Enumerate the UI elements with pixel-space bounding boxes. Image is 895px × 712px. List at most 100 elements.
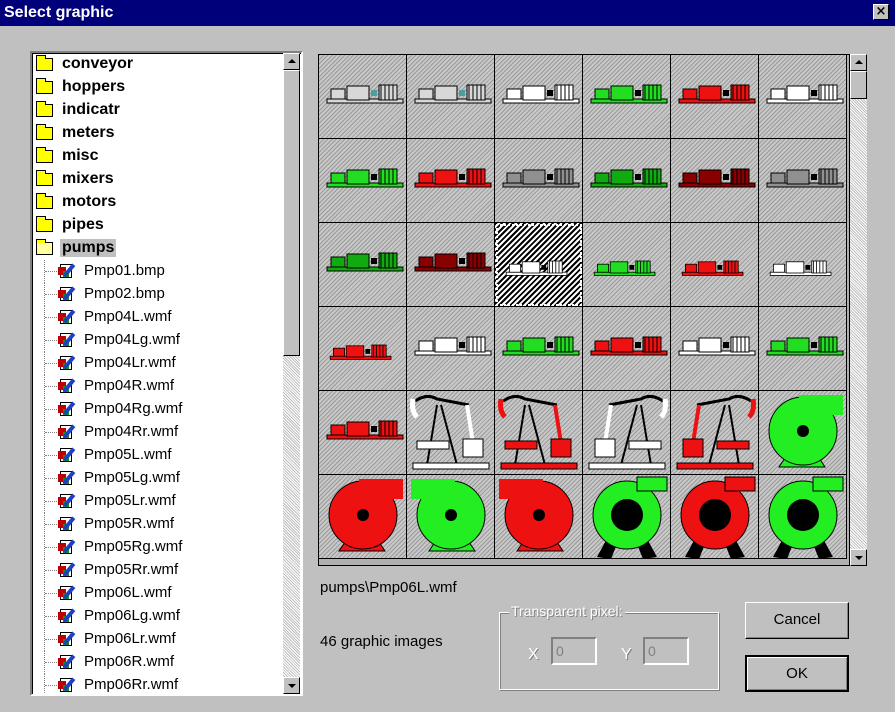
tree-file[interactable]: Pmp06Lr.wmf: [32, 628, 278, 651]
tree-file[interactable]: Pmp05Rr.wmf: [32, 559, 278, 582]
gallery-cell[interactable]: [495, 391, 583, 475]
tree-file[interactable]: Pmp05L.wmf: [32, 444, 278, 467]
file-label: Pmp06L.wmf: [84, 584, 172, 601]
tree-folder[interactable]: pipes: [32, 214, 278, 237]
gallery-cell[interactable]: [319, 223, 407, 307]
tree-folder[interactable]: indicatr: [32, 99, 278, 122]
tree-folder[interactable]: mixers: [32, 168, 278, 191]
tree-file[interactable]: Pmp05Rg.wmf: [32, 536, 278, 559]
gallery-cell[interactable]: [759, 139, 847, 223]
gallery-cell[interactable]: [759, 391, 847, 475]
gallery-cell[interactable]: [583, 307, 671, 391]
gallery-scroll-down-button[interactable]: [850, 549, 867, 566]
tree-file[interactable]: Pmp06Rr.wmf: [32, 674, 278, 694]
gallery-cell[interactable]: [495, 307, 583, 391]
gallery-cell[interactable]: [759, 475, 847, 559]
gallery-cell[interactable]: [495, 139, 583, 223]
tree-file[interactable]: Pmp05R.wmf: [32, 513, 278, 536]
tree-line: [45, 340, 57, 341]
gallery-scrollbar[interactable]: [850, 54, 867, 566]
gallery-cell[interactable]: [495, 55, 583, 139]
gallery-cell[interactable]: [407, 307, 495, 391]
gallery-cell[interactable]: [583, 475, 671, 559]
graphics-gallery[interactable]: [318, 54, 850, 566]
gallery-cell[interactable]: [319, 475, 407, 559]
tree-folder[interactable]: conveyor: [32, 53, 278, 76]
tree-folder[interactable]: misc: [32, 145, 278, 168]
gallery-cell[interactable]: [407, 55, 495, 139]
folder-icon: [36, 55, 53, 71]
gallery-cell[interactable]: [407, 139, 495, 223]
tree-folder[interactable]: motors: [32, 191, 278, 214]
gallery-cell[interactable]: [671, 307, 759, 391]
gallery-cell[interactable]: [759, 307, 847, 391]
tree-line: [45, 363, 57, 364]
title-bar[interactable]: Select graphic ×: [0, 0, 895, 26]
folder-tree[interactable]: conveyor hoppers indicatr meters misc mixers m…: [30, 51, 303, 696]
tree-file[interactable]: Pmp06Lg.wmf: [32, 605, 278, 628]
cancel-button[interactable]: Cancel: [745, 602, 849, 639]
x-input[interactable]: 0: [551, 637, 597, 665]
tree-file[interactable]: Pmp04Rr.wmf: [32, 421, 278, 444]
file-label: Pmp02.bmp: [84, 285, 165, 302]
tree-line: [45, 547, 57, 548]
gallery-cell[interactable]: [407, 391, 495, 475]
tree-scroll-up-button[interactable]: [283, 53, 300, 70]
tree-file[interactable]: Pmp04Lg.wmf: [32, 329, 278, 352]
gallery-scroll-up-button[interactable]: [850, 54, 867, 71]
tree-folder[interactable]: hoppers: [32, 76, 278, 99]
gallery-cell[interactable]: [319, 391, 407, 475]
gallery-cell[interactable]: [671, 391, 759, 475]
bitmap-file-icon: [58, 286, 76, 303]
tree-file[interactable]: Pmp04L.wmf: [32, 306, 278, 329]
tree-line: [45, 639, 57, 640]
gallery-cell[interactable]: [759, 55, 847, 139]
tree-folder[interactable]: meters: [32, 122, 278, 145]
gallery-cell[interactable]: [407, 475, 495, 559]
tree-file[interactable]: Pmp06R.wmf: [32, 651, 278, 674]
tree-folder[interactable]: pumps: [32, 237, 278, 260]
folder-icon: [36, 193, 53, 209]
gallery-cell[interactable]: [759, 223, 847, 307]
gallery-cell[interactable]: [671, 475, 759, 559]
bitmap-file-icon: [58, 355, 76, 372]
tree-scrollbar[interactable]: [283, 53, 300, 694]
gallery-cell[interactable]: [495, 223, 583, 307]
ok-button[interactable]: OK: [745, 655, 849, 692]
gallery-cell[interactable]: [319, 139, 407, 223]
tree-file[interactable]: Pmp04R.wmf: [32, 375, 278, 398]
tree-line: [45, 386, 57, 387]
tree-file[interactable]: Pmp04Lr.wmf: [32, 352, 278, 375]
close-icon[interactable]: ×: [873, 4, 889, 20]
gallery-cell[interactable]: [495, 475, 583, 559]
file-label: Pmp05Lr.wmf: [84, 492, 176, 509]
bitmap-file-icon: [58, 539, 76, 556]
gallery-cell[interactable]: [407, 223, 495, 307]
gallery-cell[interactable]: [671, 55, 759, 139]
tree-line: [45, 478, 57, 479]
gallery-cell[interactable]: [319, 307, 407, 391]
tree-file[interactable]: Pmp04Rg.wmf: [32, 398, 278, 421]
y-input[interactable]: 0: [643, 637, 689, 665]
folder-icon: [36, 147, 53, 163]
tree-file[interactable]: Pmp06L.wmf: [32, 582, 278, 605]
gallery-cell[interactable]: [671, 223, 759, 307]
gallery-cell[interactable]: [583, 139, 671, 223]
tree-file[interactable]: Pmp02.bmp: [32, 283, 278, 306]
gallery-cell[interactable]: [583, 391, 671, 475]
tree-file[interactable]: Pmp05Lr.wmf: [32, 490, 278, 513]
gallery-cell[interactable]: [583, 55, 671, 139]
gallery-cell[interactable]: [671, 139, 759, 223]
tree-line: [45, 616, 57, 617]
gallery-cell[interactable]: [319, 55, 407, 139]
tree-scroll-down-button[interactable]: [283, 677, 300, 694]
tree-scroll-thumb[interactable]: [283, 70, 300, 356]
folder-label: misc: [62, 147, 99, 164]
file-label: Pmp04Rg.wmf: [84, 400, 183, 417]
tree-file[interactable]: Pmp01.bmp: [32, 260, 278, 283]
gallery-cell[interactable]: [583, 223, 671, 307]
gallery-scroll-thumb[interactable]: [850, 71, 867, 99]
folder-label: pumps: [60, 239, 117, 257]
tree-file[interactable]: Pmp05Lg.wmf: [32, 467, 278, 490]
bitmap-file-icon: [58, 447, 76, 464]
